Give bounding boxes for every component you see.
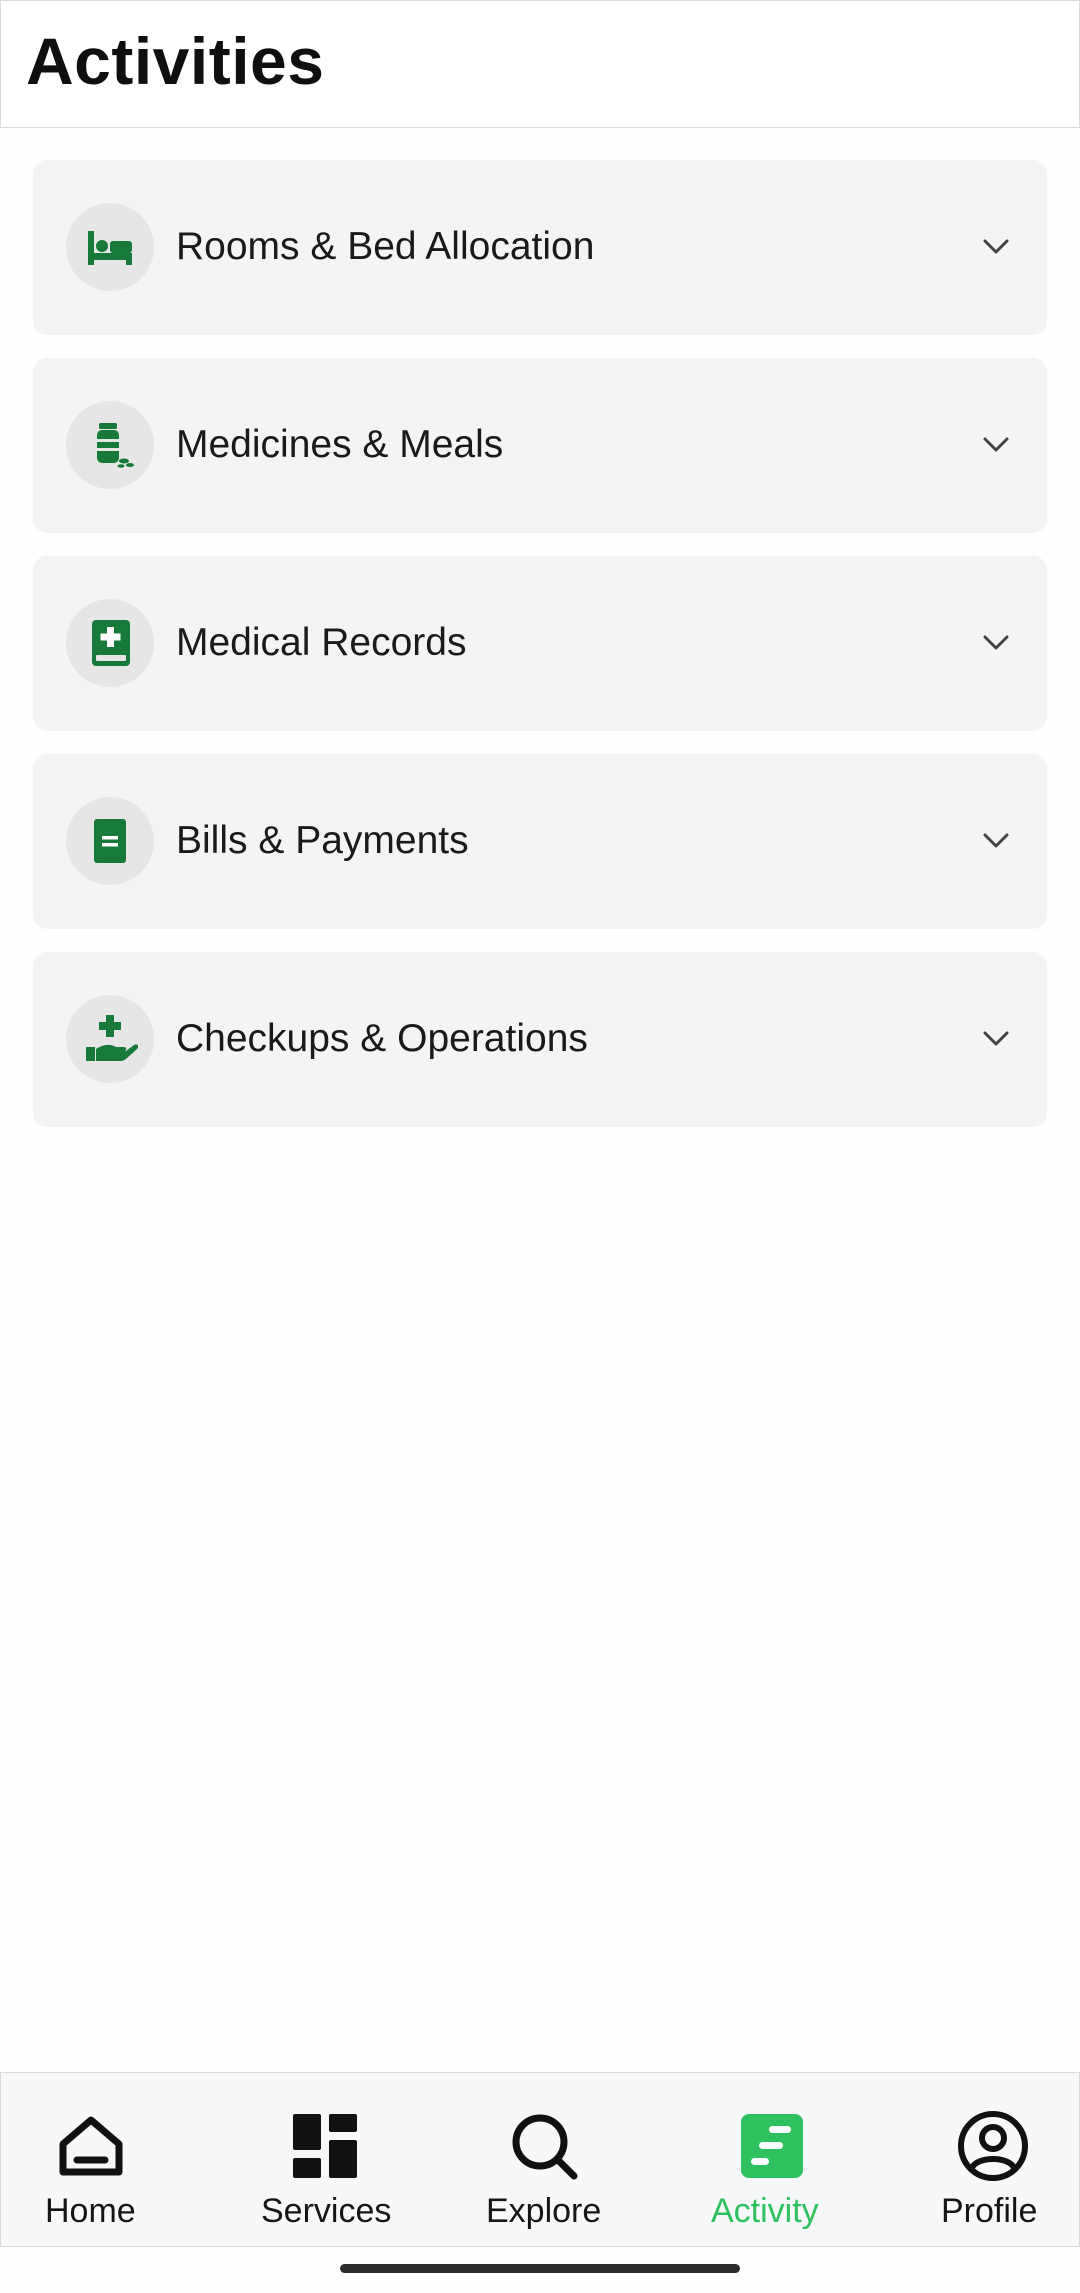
- page-title: Activities: [26, 24, 325, 98]
- chevron-down-icon: [983, 833, 1009, 848]
- accordion-item-label: Rooms & Bed Allocation: [176, 225, 595, 268]
- accordion-item-label: Checkups & Operations: [176, 1017, 588, 1060]
- chevron-down-icon: [983, 635, 1009, 650]
- accordion-item-label: Bills & Payments: [176, 819, 469, 862]
- tab-profile[interactable]: Profile: [921, 2073, 1071, 2246]
- accordion-item-medicines-meals[interactable]: Medicines & Meals: [33, 358, 1047, 533]
- tab-label: Explore: [486, 2192, 602, 2230]
- accordion-item-rooms-bed-allocation[interactable]: Rooms & Bed Allocation: [33, 160, 1047, 335]
- bottom-tab-bar: Home Services Explore Activity Profile: [0, 2072, 1080, 2247]
- tab-activity[interactable]: Activity: [697, 2073, 847, 2246]
- bed-icon: [66, 203, 154, 291]
- medical-book-icon: [66, 599, 154, 687]
- dashboard-icon: [293, 2114, 357, 2178]
- accordion-item-label: Medicines & Meals: [176, 423, 504, 466]
- home-icon: [59, 2116, 123, 2176]
- tab-home[interactable]: Home: [1, 2073, 181, 2246]
- chevron-down-icon: [983, 437, 1009, 452]
- tab-explore[interactable]: Explore: [471, 2073, 621, 2246]
- bill-icon: [66, 797, 154, 885]
- tab-label: Profile: [941, 2192, 1038, 2230]
- accordion-item-medical-records[interactable]: Medical Records: [33, 556, 1047, 731]
- activity-accordion-list: Rooms & Bed Allocation Medicines & Meals: [33, 160, 1047, 1150]
- home-indicator[interactable]: [340, 2264, 740, 2273]
- chevron-down-icon: [983, 239, 1009, 254]
- accordion-item-label: Medical Records: [176, 621, 467, 664]
- profile-icon: [958, 2111, 1028, 2181]
- tab-label: Services: [261, 2192, 392, 2230]
- activity-icon: [741, 2114, 803, 2178]
- header: Activities: [0, 0, 1080, 128]
- tab-label: Home: [45, 2192, 136, 2230]
- accordion-item-bills-payments[interactable]: Bills & Payments: [33, 754, 1047, 929]
- medicine-bottle-icon: [66, 401, 154, 489]
- accordion-item-checkups-operations[interactable]: Checkups & Operations: [33, 952, 1047, 1127]
- chevron-down-icon: [983, 1031, 1009, 1046]
- tab-services[interactable]: Services: [227, 2073, 427, 2246]
- hand-holding-medical-icon: [66, 995, 154, 1083]
- search-icon: [512, 2114, 578, 2180]
- tab-label: Activity: [711, 2192, 819, 2230]
